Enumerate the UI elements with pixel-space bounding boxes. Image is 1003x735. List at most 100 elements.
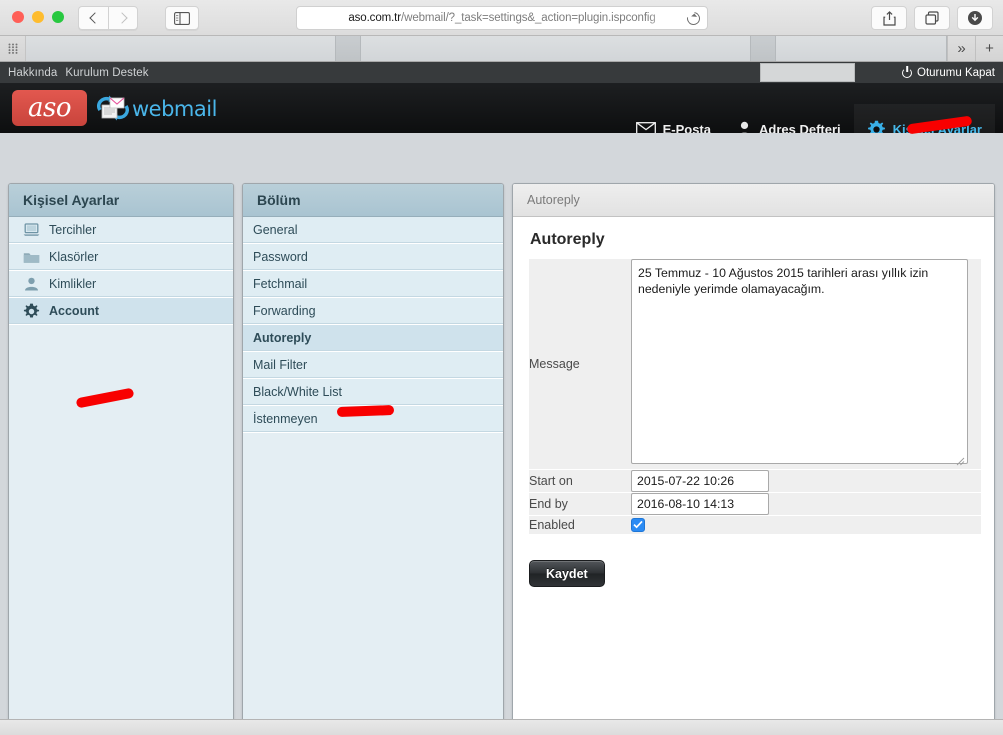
new-tab-button[interactable]: + <box>975 36 1003 61</box>
url-path: /webmail/?_task=settings&_action=plugin.… <box>401 12 656 24</box>
content-breadcrumb: Autoreply <box>513 184 994 217</box>
tab-grip-icon <box>0 36 26 61</box>
enabled-checkbox[interactable] <box>631 517 645 532</box>
sidebar-item-account[interactable]: Account <box>9 298 233 325</box>
chevron-right-icon <box>115 12 128 24</box>
webmail-logo-icon <box>96 95 130 121</box>
logout-label: Oturumu Kapat <box>917 66 995 79</box>
copy-tabs-icon <box>925 11 939 25</box>
form-row-enabled: Enabled <box>529 515 981 535</box>
aso-logo-text: aso <box>28 93 72 123</box>
section-label-mail-filter: Mail Filter <box>253 358 308 372</box>
section-panel: Bölüm General Password Fetchmail Forward… <box>242 183 504 735</box>
person-icon <box>23 277 40 292</box>
section-item-general[interactable]: General <box>243 217 503 244</box>
tab-item[interactable] <box>776 36 947 61</box>
label-start-on: Start on <box>529 469 631 493</box>
url-text: aso.com.tr/webmail/?_task=settings&_acti… <box>348 12 655 24</box>
sidebar-icon <box>174 11 190 25</box>
tabs-area <box>26 36 947 61</box>
url-fade <box>647 8 681 28</box>
end-by-input[interactable] <box>631 493 769 515</box>
close-window-button[interactable] <box>12 11 24 23</box>
tab-overflow-button[interactable]: » <box>947 36 975 61</box>
sidebar-label-klasorler: Klasörler <box>49 250 99 264</box>
settings-panel: Kişisel Ayarlar Tercihler Klasörler Kiml… <box>8 183 234 735</box>
search-input[interactable] <box>760 63 855 82</box>
section-label-fetchmail: Fetchmail <box>253 277 308 291</box>
section-label-istenmeyen: İstenmeyen <box>253 412 318 426</box>
tab-item[interactable] <box>336 36 361 61</box>
form-row-end-by: End by <box>529 492 981 516</box>
aso-logo[interactable]: aso <box>12 90 87 126</box>
autoreply-form: Message 25 Temmuz - 10 Ağustos 2015 tari… <box>529 259 981 535</box>
start-on-input[interactable] <box>631 470 769 492</box>
sidebar-label-account: Account <box>49 304 99 318</box>
save-button[interactable]: Kaydet <box>529 560 605 587</box>
page-title: Autoreply <box>530 231 605 248</box>
sidebar-label-tercihler: Tercihler <box>49 223 97 237</box>
sidebar-toggle-button[interactable] <box>165 6 199 30</box>
section-item-istenmeyen[interactable]: İstenmeyen <box>243 406 503 433</box>
minimize-window-button[interactable] <box>32 11 44 23</box>
maximize-window-button[interactable] <box>52 11 64 23</box>
power-icon <box>902 67 913 78</box>
logout-button[interactable]: Oturumu Kapat <box>902 62 995 83</box>
share-button[interactable] <box>871 6 907 30</box>
link-kurulum-destek[interactable]: Kurulum Destek <box>65 67 148 79</box>
chevron-left-icon <box>89 12 101 24</box>
link-hakkinda[interactable]: Hakkında <box>8 67 57 79</box>
download-icon <box>968 11 982 25</box>
section-item-password[interactable]: Password <box>243 244 503 271</box>
tab-item[interactable] <box>26 36 336 61</box>
folder-icon <box>23 250 40 265</box>
tab-overview-button[interactable] <box>914 6 950 30</box>
section-item-autoreply[interactable]: Autoreply <box>243 325 503 352</box>
share-icon <box>882 10 896 26</box>
webmail-page: Hakkında Kurulum Destek Oturumu Kapat as… <box>0 62 1003 735</box>
window-traffic-lights <box>12 11 64 23</box>
check-icon <box>633 520 643 529</box>
desktop-strip <box>0 719 1003 735</box>
section-item-black-white-list[interactable]: Black/White List <box>243 379 503 406</box>
message-textarea[interactable] <box>631 259 968 464</box>
section-item-forwarding[interactable]: Forwarding <box>243 298 503 325</box>
section-item-mail-filter[interactable]: Mail Filter <box>243 352 503 379</box>
sidebar-item-kimlikler[interactable]: Kimlikler <box>9 271 233 298</box>
section-item-fetchmail[interactable]: Fetchmail <box>243 271 503 298</box>
label-message: Message <box>529 259 631 470</box>
downloads-button[interactable] <box>957 6 993 30</box>
section-label-autoreply: Autoreply <box>253 331 312 345</box>
settings-list: Tercihler Klasörler Kimlikler Account <box>9 217 233 325</box>
webmail-logo-text: webmail <box>132 97 217 121</box>
section-panel-title: Bölüm <box>243 184 503 217</box>
tab-item[interactable] <box>751 36 776 61</box>
section-label-black-white-list: Black/White List <box>253 385 342 399</box>
sidebar-label-kimlikler: Kimlikler <box>49 277 97 291</box>
gear-icon <box>23 303 40 319</box>
site-header: aso webmail E-Posta Adres Defteri Kişise… <box>0 83 1003 154</box>
label-end-by: End by <box>529 492 631 516</box>
settings-panel-title: Kişisel Ayarlar <box>9 184 233 217</box>
screen: aso.com.tr/webmail/?_task=settings&_acti… <box>0 0 1003 735</box>
content-body: Autoreply Message 25 Temmuz - 10 Ağustos… <box>513 217 994 733</box>
label-enabled: Enabled <box>529 515 631 535</box>
address-bar[interactable]: aso.com.tr/webmail/?_task=settings&_acti… <box>296 6 708 30</box>
back-button[interactable] <box>78 6 108 30</box>
form-row-start-on: Start on <box>529 469 981 493</box>
top-links-bar: Hakkında Kurulum Destek Oturumu Kapat <box>0 62 1003 83</box>
form-row-message: Message <box>529 259 981 470</box>
section-label-forwarding: Forwarding <box>253 304 316 318</box>
tab-bar: » + <box>0 36 1003 62</box>
url-host: aso.com.tr <box>348 12 402 24</box>
section-list: General Password Fetchmail Forwarding Au… <box>243 217 503 433</box>
tab-item[interactable] <box>361 36 751 61</box>
message-textarea-wrap <box>631 259 968 469</box>
browser-toolbar: aso.com.tr/webmail/?_task=settings&_acti… <box>0 0 1003 36</box>
content-panel: Autoreply Autoreply Message 25 Temmuz - … <box>512 183 995 735</box>
forward-button[interactable] <box>108 6 138 30</box>
laptop-icon <box>23 223 40 238</box>
sidebar-item-tercihler[interactable]: Tercihler <box>9 217 233 244</box>
reload-icon[interactable] <box>684 9 703 28</box>
sidebar-item-klasorler[interactable]: Klasörler <box>9 244 233 271</box>
